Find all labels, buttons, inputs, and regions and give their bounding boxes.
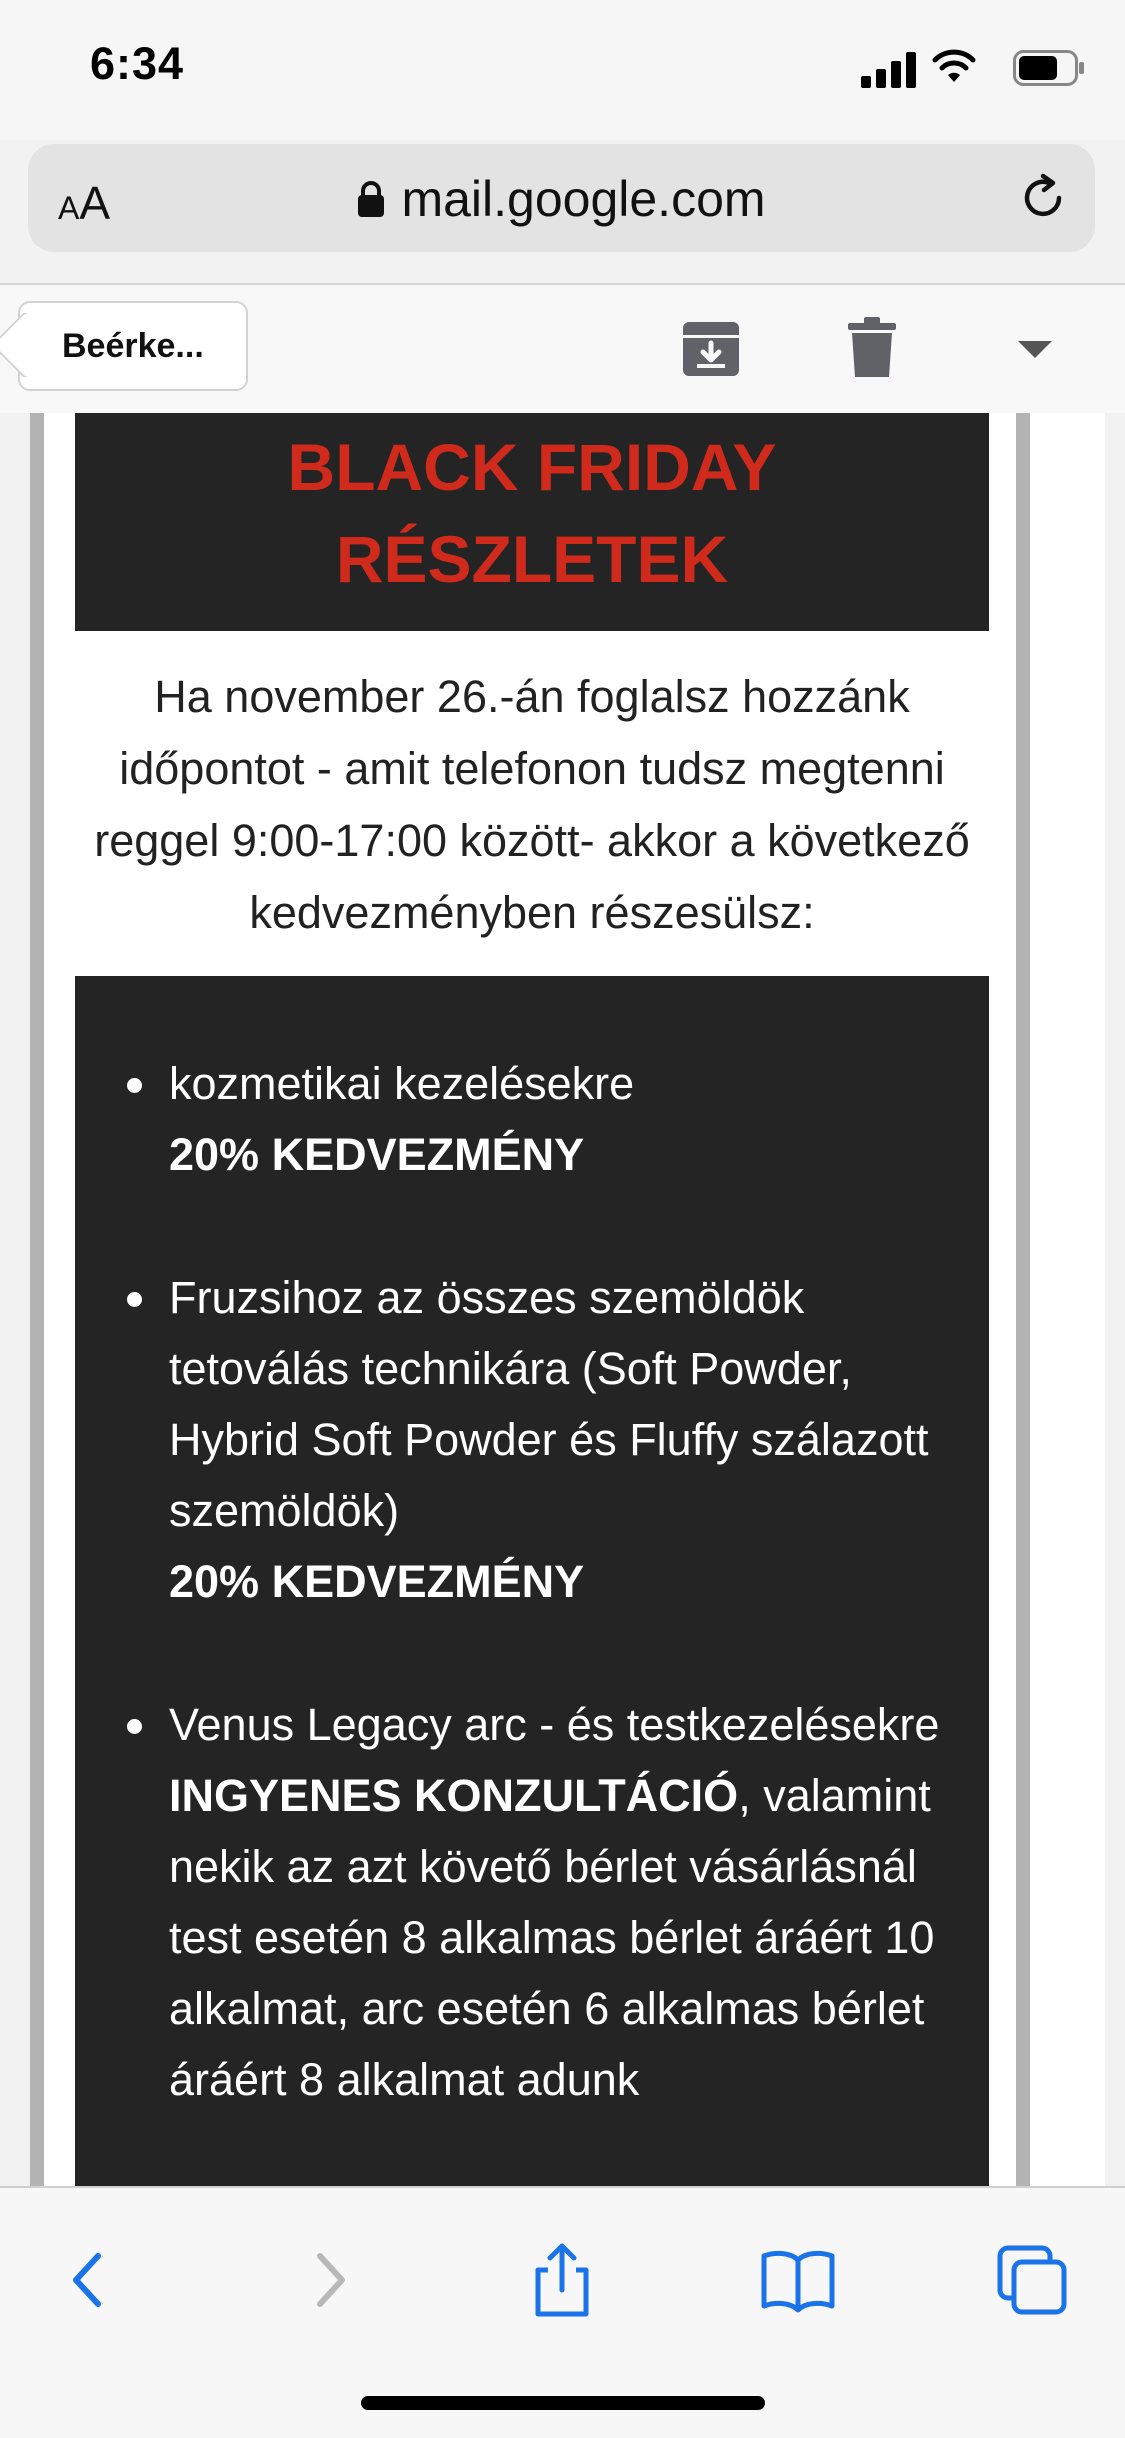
black-friday-title: BLACK FRIDAY RÉSZLETEK [75,421,989,605]
title-line-2: RÉSZLETEK [335,522,729,596]
archive-icon[interactable] [682,321,740,377]
offer-text: Fruzsihoz az összes szemöldök tetoválás … [169,1272,929,1536]
battery-icon [1013,50,1084,86]
offer-text: kozmetikai kezelésekre [169,1058,635,1109]
status-icons [825,46,1085,96]
mail-toolbar: Beérke... [0,283,1125,415]
inbox-back-button[interactable]: Beérke... [18,301,248,391]
offer-item: Venus Legacy arc - és testkezelésekre IN… [75,1689,989,2115]
status-bar: 6:34 [0,0,1125,140]
bottom-toolbar [0,2186,1125,2438]
offers-block: kozmetikai kezelésekre 20% KEDVEZMÉNY Fr… [75,976,989,2186]
newsletter-border-left [30,413,44,2186]
offer-list: kozmetikai kezelésekre 20% KEDVEZMÉNY Fr… [75,1048,989,2186]
forward-arrow-icon[interactable] [290,2240,370,2320]
trash-icon[interactable] [848,317,896,379]
caret-down-icon[interactable] [1018,341,1052,358]
offer-item: kozmetikai kezelésekre 20% KEDVEZMÉNY [75,1048,989,1190]
reload-icon[interactable] [1013,168,1073,228]
offer-item: Fruzsihoz az összes szemöldök tetoválás … [75,1262,989,1617]
inbox-back-label: Beérke... [62,327,204,365]
lock-icon [358,181,385,217]
home-indicator[interactable] [361,2396,765,2410]
tabs-icon[interactable] [992,2240,1072,2320]
offer-text-before: Venus Legacy arc - és testkezelésekre [169,1699,940,1750]
newsletter-border-right [1016,413,1030,2186]
offer-highlight: 20% KEDVEZMÉNY [169,1129,585,1180]
address-bar[interactable]: AA mail.google.com [28,144,1095,252]
bullet-icon [127,1292,142,1307]
black-friday-header: BLACK FRIDAY RÉSZLETEK [75,413,989,631]
bullet-icon [127,1719,142,1734]
bullet-icon [127,1078,142,1093]
offer-highlight: 20% KEDVEZMÉNY [169,1556,585,1607]
back-arrow-icon[interactable] [48,2240,128,2320]
signal-icon [861,52,917,88]
url-display[interactable]: mail.google.com [28,170,1095,228]
intro-paragraph: Ha november 26.-án foglalsz hozzánk időp… [94,671,970,938]
bookmarks-icon[interactable] [758,2240,838,2320]
status-time: 6:34 [90,38,185,89]
wifi-icon [932,49,976,82]
offer-highlight: INGYENES KONZULTÁCIÓ [169,1770,739,1821]
title-line-1: BLACK FRIDAY [287,430,777,504]
share-icon[interactable] [522,2240,602,2320]
email-content[interactable]: BLACK FRIDAY RÉSZLETEK Ha november 26.-á… [0,413,1125,2186]
url-text: mail.google.com [401,171,766,227]
